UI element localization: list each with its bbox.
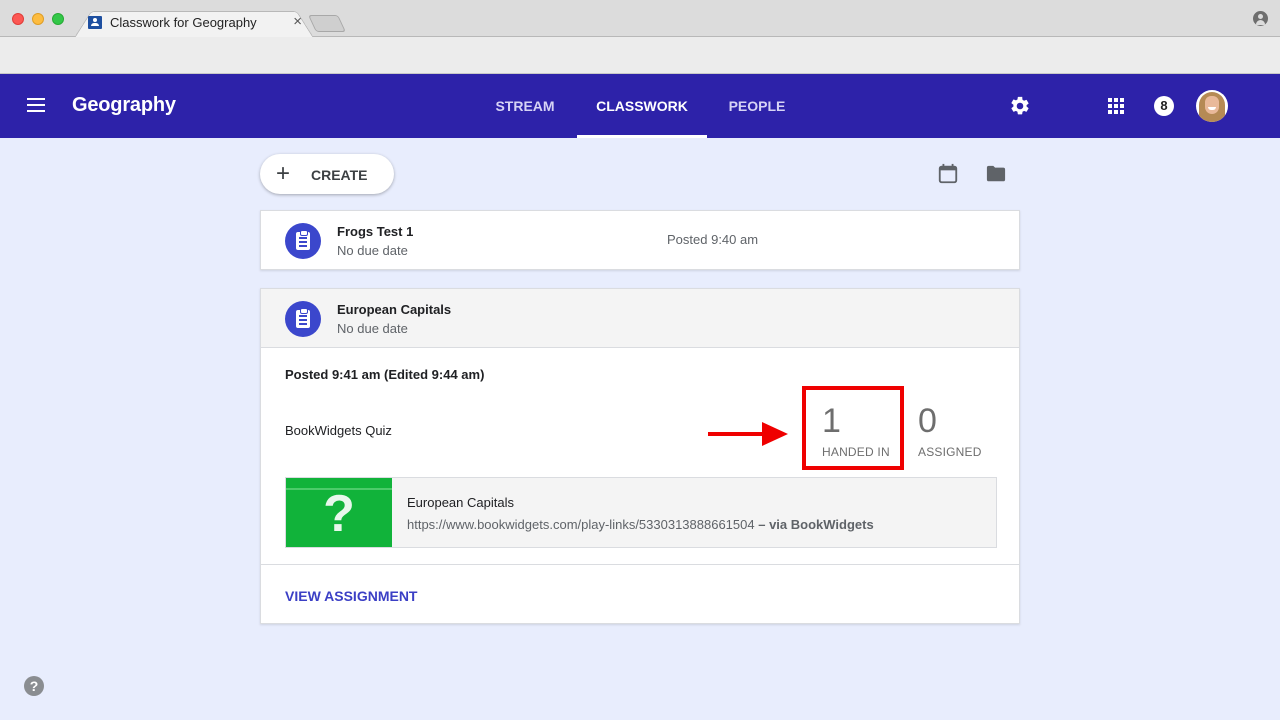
classroom-favicon-icon — [88, 16, 102, 29]
assignment-description: BookWidgets Quiz — [285, 423, 392, 438]
account-circle-icon[interactable] — [1253, 11, 1268, 26]
view-assignment-link[interactable]: VIEW ASSIGNMENT — [285, 588, 418, 604]
notification-badge[interactable]: 8 — [1154, 96, 1174, 116]
tab-close-icon[interactable]: × — [293, 13, 302, 30]
gear-icon[interactable] — [1009, 95, 1031, 117]
maximize-window-button[interactable] — [52, 13, 64, 25]
attachment-source: – via BookWidgets — [754, 517, 874, 532]
annotation-highlight-box — [802, 386, 904, 470]
plus-icon: + — [276, 160, 291, 187]
class-title[interactable]: Geography — [72, 94, 176, 117]
attachment-url: https://www.bookwidgets.com/play-links/5… — [407, 517, 874, 532]
assignment-icon — [285, 223, 321, 259]
apps-grid-icon[interactable] — [1108, 98, 1124, 114]
posted-detail: Posted 9:41 am (Edited 9:44 am) — [285, 367, 485, 382]
assigned-count: 0 — [918, 402, 937, 440]
browser-titlebar: Classwork for Geography × — [0, 0, 1280, 38]
assignment-icon — [285, 301, 321, 337]
tab-classwork[interactable]: CLASSWORK — [577, 74, 707, 138]
help-icon[interactable]: ? — [24, 676, 44, 696]
browser-toolbar — [0, 37, 1280, 74]
close-window-button[interactable] — [12, 13, 24, 25]
minimize-window-button[interactable] — [32, 13, 44, 25]
divider — [261, 564, 1019, 565]
avatar[interactable] — [1196, 90, 1228, 122]
browser-tab[interactable]: Classwork for Geography × — [74, 6, 314, 38]
question-mark-icon: ? — [323, 485, 355, 543]
assigned-label: ASSIGNED — [918, 445, 982, 459]
due-date: No due date — [337, 321, 408, 336]
attachment-title: European Capitals — [407, 495, 514, 510]
attachment-thumbnail: ? — [286, 478, 392, 547]
calendar-icon[interactable] — [937, 163, 959, 185]
attachment-link[interactable]: ? European Capitals https://www.bookwidg… — [285, 477, 997, 548]
assignment-card-expanded: European Capitals No due date Posted 9:4… — [260, 288, 1020, 624]
create-label: CREATE — [311, 167, 368, 183]
assignment-card[interactable]: Frogs Test 1 No due date Posted 9:40 am — [260, 210, 1020, 270]
annotation-arrow — [708, 422, 788, 446]
attachment-url-text: https://www.bookwidgets.com/play-links/5… — [407, 517, 755, 532]
create-button[interactable]: + CREATE — [260, 154, 394, 194]
tab-people[interactable]: PEOPLE — [720, 74, 794, 138]
assignment-title: Frogs Test 1 — [337, 224, 414, 239]
posted-time: Posted 9:40 am — [667, 232, 759, 247]
assignment-card-header[interactable]: European Capitals No due date — [261, 289, 1019, 348]
app-header: Geography STREAM CLASSWORK PEOPLE 8 — [0, 74, 1280, 138]
tab-title: Classwork for Geography — [110, 15, 257, 30]
hamburger-menu-icon[interactable] — [27, 98, 45, 112]
assignment-title: European Capitals — [337, 302, 452, 317]
tab-stream[interactable]: STREAM — [486, 74, 564, 138]
due-date: No due date — [337, 243, 408, 258]
assigned-stat[interactable]: 0 ASSIGNED — [918, 401, 982, 459]
folder-icon[interactable] — [985, 164, 1007, 184]
